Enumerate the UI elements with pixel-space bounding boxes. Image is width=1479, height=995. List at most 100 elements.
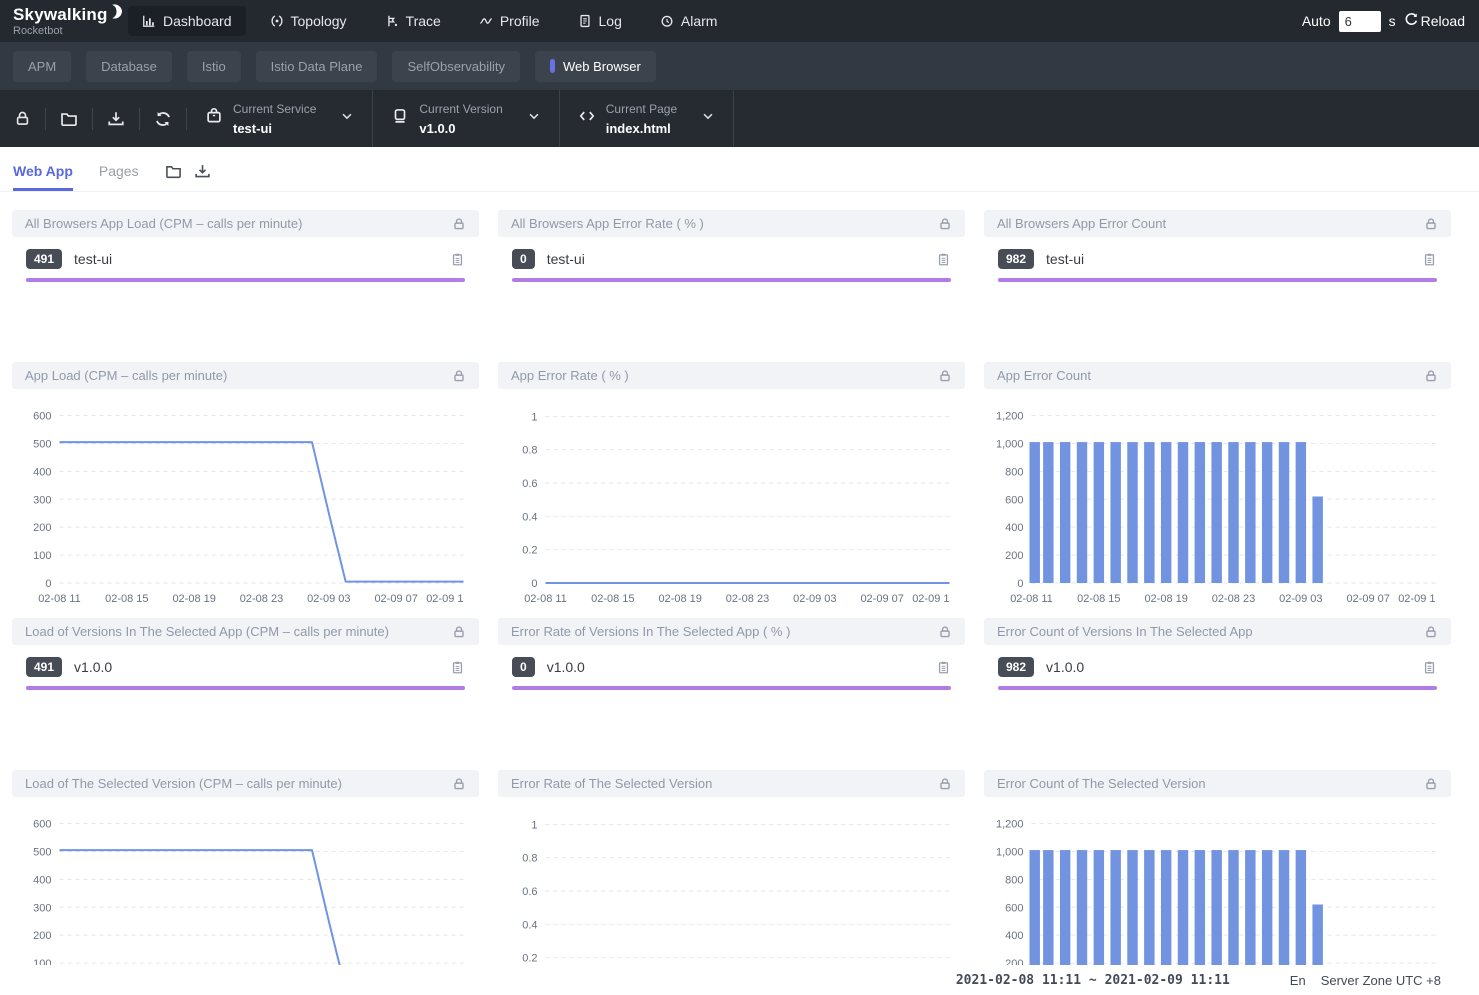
lock-icon[interactable]: [938, 217, 952, 231]
trace-icon: [385, 14, 399, 28]
tab-web-app[interactable]: Web App: [13, 163, 73, 191]
tab-web-browser[interactable]: Web Browser: [535, 51, 656, 82]
card-title: Error Rate of The Selected Version: [511, 776, 938, 791]
menu-item-log[interactable]: Log: [564, 6, 636, 36]
stat-entity-name: test-ui: [1046, 251, 1422, 267]
svg-text:02-08 23: 02-08 23: [1212, 593, 1255, 605]
selector-label: Current Page: [606, 102, 677, 116]
view-tabs: Web App Pages: [0, 147, 1479, 192]
stat-progress-bar: [26, 686, 465, 690]
menu-item-topology[interactable]: Topology: [256, 6, 361, 36]
svg-text:200: 200: [33, 930, 51, 942]
svg-text:0.4: 0.4: [522, 511, 537, 523]
nav-right-controls: Auto s Reload: [1302, 11, 1479, 32]
card-title: App Error Rate ( % ): [511, 368, 938, 383]
time-range-picker[interactable]: 2021-02-08 11:11 ~ 2021-02-09 11:11: [956, 973, 1230, 988]
tab-istio[interactable]: Istio: [187, 51, 241, 82]
stat-value-badge: 491: [26, 249, 62, 269]
folder-icon[interactable]: [165, 163, 182, 180]
chevron-down-icon: [701, 109, 715, 128]
current-version-selector[interactable]: Current Version v1.0.0: [373, 90, 558, 147]
code-icon: [578, 107, 596, 130]
svg-text:1: 1: [531, 411, 537, 423]
svg-text:600: 600: [33, 819, 51, 831]
card-title: App Load (CPM – calls per minute): [25, 368, 452, 383]
svg-text:0.2: 0.2: [522, 953, 537, 965]
stat-progress-bar: [512, 686, 951, 690]
clipboard-icon[interactable]: [450, 660, 465, 675]
lock-icon[interactable]: [0, 110, 45, 127]
lock-icon[interactable]: [452, 625, 466, 639]
stat-progress-bar: [26, 278, 465, 282]
lock-icon[interactable]: [452, 217, 466, 231]
svg-text:02-08 19: 02-08 19: [172, 593, 215, 605]
app-logo[interactable]: Skywalking Rocketbot: [0, 6, 128, 37]
stat-value-badge: 0: [512, 657, 535, 677]
current-page-selector[interactable]: Current Page index.html: [560, 90, 733, 147]
tab-selfobservability[interactable]: SelfObservability: [392, 51, 520, 82]
card-title: App Error Count: [997, 368, 1424, 383]
clipboard-icon[interactable]: [1422, 252, 1437, 267]
version-device-icon: [391, 107, 409, 130]
svg-text:1,000: 1,000: [996, 846, 1024, 858]
lock-icon[interactable]: [452, 777, 466, 791]
current-service-selector[interactable]: Current Service test-ui: [187, 90, 372, 147]
lock-icon[interactable]: [1424, 369, 1438, 383]
reload-label: Reload: [1421, 13, 1465, 29]
svg-text:02-08 11: 02-08 11: [524, 593, 567, 605]
refresh-icon[interactable]: [140, 110, 186, 128]
svg-text:300: 300: [33, 494, 51, 506]
clipboard-icon[interactable]: [450, 252, 465, 267]
menu-item-alarm[interactable]: Alarm: [646, 6, 732, 36]
menu-item-dashboard[interactable]: Dashboard: [128, 6, 246, 36]
footer-bar: 2021-02-08 11:11 ~ 2021-02-09 11:11 En S…: [0, 965, 1479, 995]
lock-icon[interactable]: [938, 369, 952, 383]
svg-text:0.8: 0.8: [522, 853, 537, 865]
divider: [733, 90, 734, 147]
lock-icon[interactable]: [452, 369, 466, 383]
auto-interval-input[interactable]: [1339, 11, 1381, 32]
lock-icon[interactable]: [938, 625, 952, 639]
download-icon[interactable]: [93, 110, 139, 128]
folder-icon[interactable]: [46, 110, 92, 128]
svg-text:02-08 19: 02-08 19: [658, 593, 701, 605]
stat-card-all-browsers-error-rate: All Browsers App Error Rate ( % ) 0 test…: [498, 210, 965, 282]
svg-text:1,200: 1,200: [996, 411, 1024, 423]
svg-text:02-09 07: 02-09 07: [860, 593, 903, 605]
lock-icon[interactable]: [938, 777, 952, 791]
menu-item-profile[interactable]: Profile: [465, 6, 554, 36]
svg-text:0.2: 0.2: [522, 545, 537, 557]
tab-apm[interactable]: APM: [13, 51, 71, 82]
svg-text:600: 600: [1005, 902, 1023, 914]
stat-card-version-error-count: Error Count of Versions In The Selected …: [984, 618, 1451, 690]
menu-item-trace[interactable]: Trace: [371, 6, 455, 36]
menu-label: Profile: [500, 13, 540, 29]
svg-text:02-08 19: 02-08 19: [1144, 593, 1187, 605]
log-icon: [578, 14, 592, 28]
tab-istio-data-plane[interactable]: Istio Data Plane: [256, 51, 378, 82]
svg-text:800: 800: [1005, 466, 1023, 478]
topology-icon: [270, 14, 284, 28]
tab-pages[interactable]: Pages: [99, 163, 139, 191]
stat-value-badge: 982: [998, 249, 1034, 269]
card-title: All Browsers App Error Count: [997, 216, 1424, 231]
clipboard-icon[interactable]: [936, 252, 951, 267]
svg-text:500: 500: [33, 438, 51, 450]
download-icon[interactable]: [194, 163, 211, 180]
reload-button[interactable]: Reload: [1404, 12, 1465, 30]
lock-icon[interactable]: [1424, 625, 1438, 639]
lock-icon[interactable]: [1424, 217, 1438, 231]
svg-text:800: 800: [1005, 874, 1023, 886]
clipboard-icon[interactable]: [936, 660, 951, 675]
menu-label: Dashboard: [163, 13, 232, 29]
chart-card-app-error-rate: App Error Rate ( % ) 00.20.40.60.8102-08…: [498, 362, 965, 609]
svg-text:02-08 11: 02-08 11: [1010, 593, 1053, 605]
stat-value-badge: 0: [512, 249, 535, 269]
svg-text:100: 100: [33, 550, 51, 562]
lock-icon[interactable]: [1424, 777, 1438, 791]
chart-card-version-error-rate: Error Rate of The Selected Version 00.20…: [498, 770, 965, 995]
tab-database[interactable]: Database: [86, 51, 172, 82]
svg-text:02-09 03: 02-09 03: [1279, 593, 1322, 605]
clipboard-icon[interactable]: [1422, 660, 1437, 675]
language-toggle[interactable]: En: [1290, 973, 1306, 988]
